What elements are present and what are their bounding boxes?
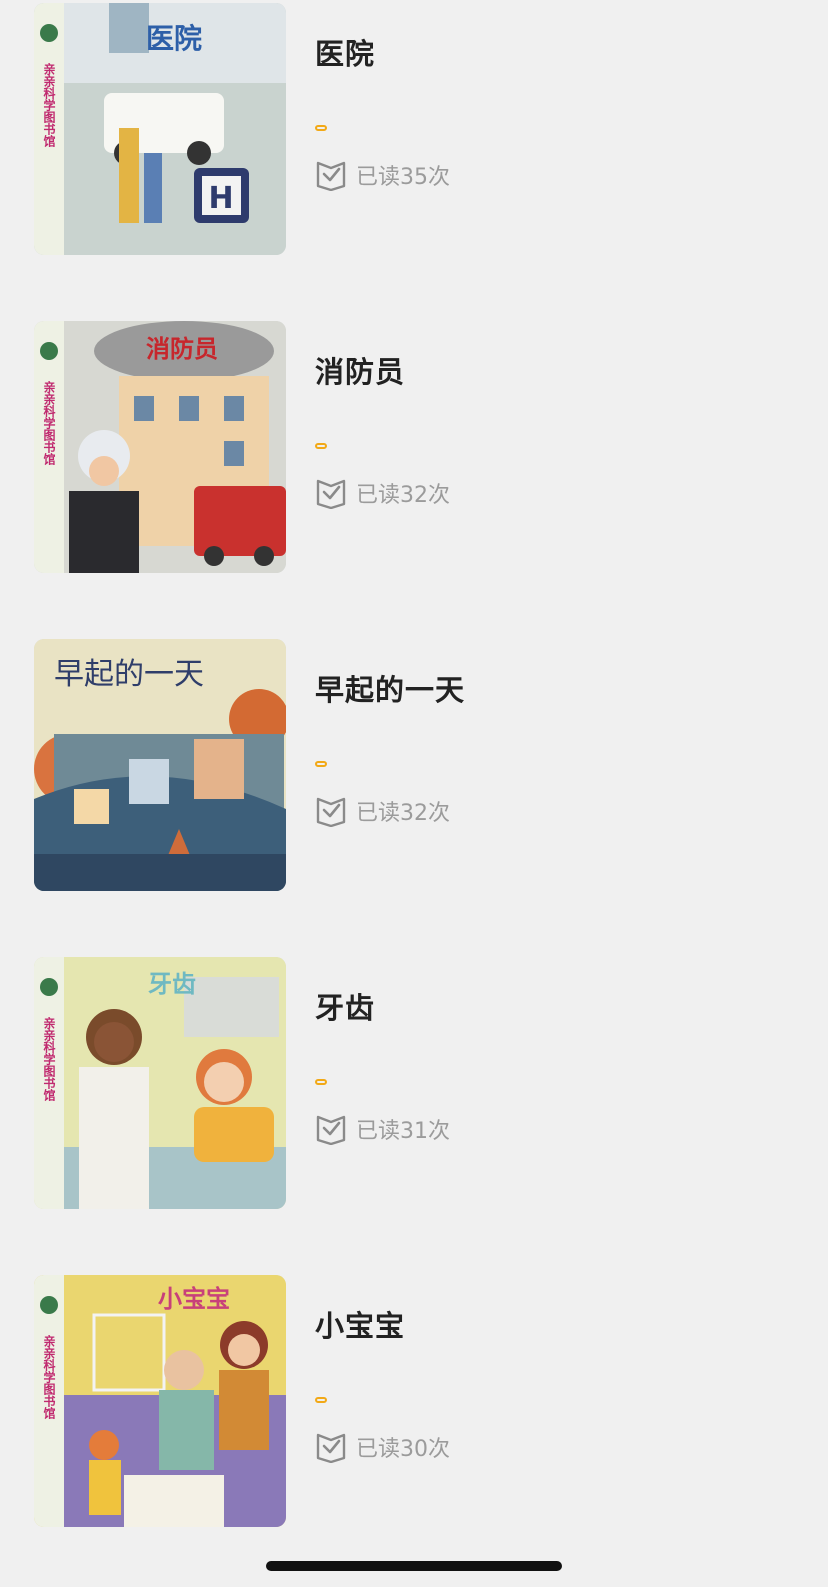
- read-count-text: 已读31次: [356, 1119, 450, 1144]
- book-cover[interactable]: 消防员 亲亲科学图书馆: [34, 321, 286, 573]
- book-title[interactable]: 小宝宝: [315, 1303, 405, 1345]
- progress-indicator: [315, 125, 327, 131]
- read-count: 已读32次: [315, 476, 450, 510]
- read-count: 已读31次: [315, 1112, 450, 1146]
- book-cover-art: 消防员 亲亲科学图书馆: [34, 321, 286, 573]
- book-title[interactable]: 牙齿: [315, 985, 375, 1027]
- read-count-text: 已读35次: [356, 165, 450, 190]
- book-cover-art: 小宝宝 亲亲科学图书馆: [34, 1275, 286, 1527]
- book-row-teeth[interactable]: 牙齿 亲亲科学图书馆 牙齿 已读31次: [0, 957, 828, 1209]
- book-cover[interactable]: H 医院 亲亲科学图书馆: [34, 3, 286, 255]
- svg-text:H: H: [208, 181, 233, 216]
- cover-title: 牙齿: [148, 970, 196, 998]
- book-title[interactable]: 早起的一天: [315, 667, 465, 709]
- progress-indicator: [315, 1397, 327, 1403]
- read-count-text: 已读32次: [356, 483, 450, 508]
- cover-title: 医院: [146, 22, 202, 55]
- book-check-icon: [316, 1115, 346, 1145]
- cover-series: 亲亲科学图书馆: [42, 62, 56, 148]
- progress-indicator: [315, 761, 327, 767]
- book-check-icon: [316, 479, 346, 509]
- book-check-icon: [316, 1433, 346, 1463]
- read-count: 已读32次: [315, 794, 450, 828]
- progress-indicator: [315, 1079, 327, 1085]
- book-cover-art: 早起的一天: [34, 639, 286, 891]
- cover-series: 亲亲科学图书馆: [42, 380, 56, 466]
- book-cover[interactable]: 早起的一天: [34, 639, 286, 891]
- read-count-text: 已读30次: [356, 1437, 450, 1462]
- book-cover[interactable]: 牙齿 亲亲科学图书馆: [34, 957, 286, 1209]
- book-row-hospital[interactable]: H 医院 亲亲科学图书馆 医院 已读35次: [0, 3, 828, 255]
- cover-title: 消防员: [146, 335, 218, 363]
- book-check-icon: [316, 797, 346, 827]
- cover-title: 早起的一天: [54, 657, 204, 692]
- read-count: 已读30次: [315, 1430, 450, 1464]
- read-count: 已读35次: [315, 158, 450, 192]
- cover-series: 亲亲科学图书馆: [42, 1016, 56, 1102]
- book-row-baby[interactable]: 小宝宝 亲亲科学图书馆 小宝宝 已读30次: [0, 1275, 828, 1527]
- cover-series: 亲亲科学图书馆: [42, 1334, 56, 1420]
- book-cover-art: 牙齿 亲亲科学图书馆: [34, 957, 286, 1209]
- book-title[interactable]: 消防员: [315, 349, 405, 391]
- book-row-firefighter[interactable]: 消防员 亲亲科学图书馆 消防员 已读32次: [0, 321, 828, 573]
- book-check-icon: [316, 161, 346, 191]
- book-title[interactable]: 医院: [315, 31, 375, 73]
- read-count-text: 已读32次: [356, 801, 450, 826]
- book-cover[interactable]: 小宝宝 亲亲科学图书馆: [34, 1275, 286, 1527]
- book-row-early-day[interactable]: 早起的一天 早起的一天 已读32次: [0, 639, 828, 891]
- progress-indicator: [315, 443, 327, 449]
- home-indicator[interactable]: [266, 1561, 562, 1571]
- cover-title: 小宝宝: [158, 1285, 230, 1313]
- book-cover-art: H 医院 亲亲科学图书馆: [34, 3, 286, 255]
